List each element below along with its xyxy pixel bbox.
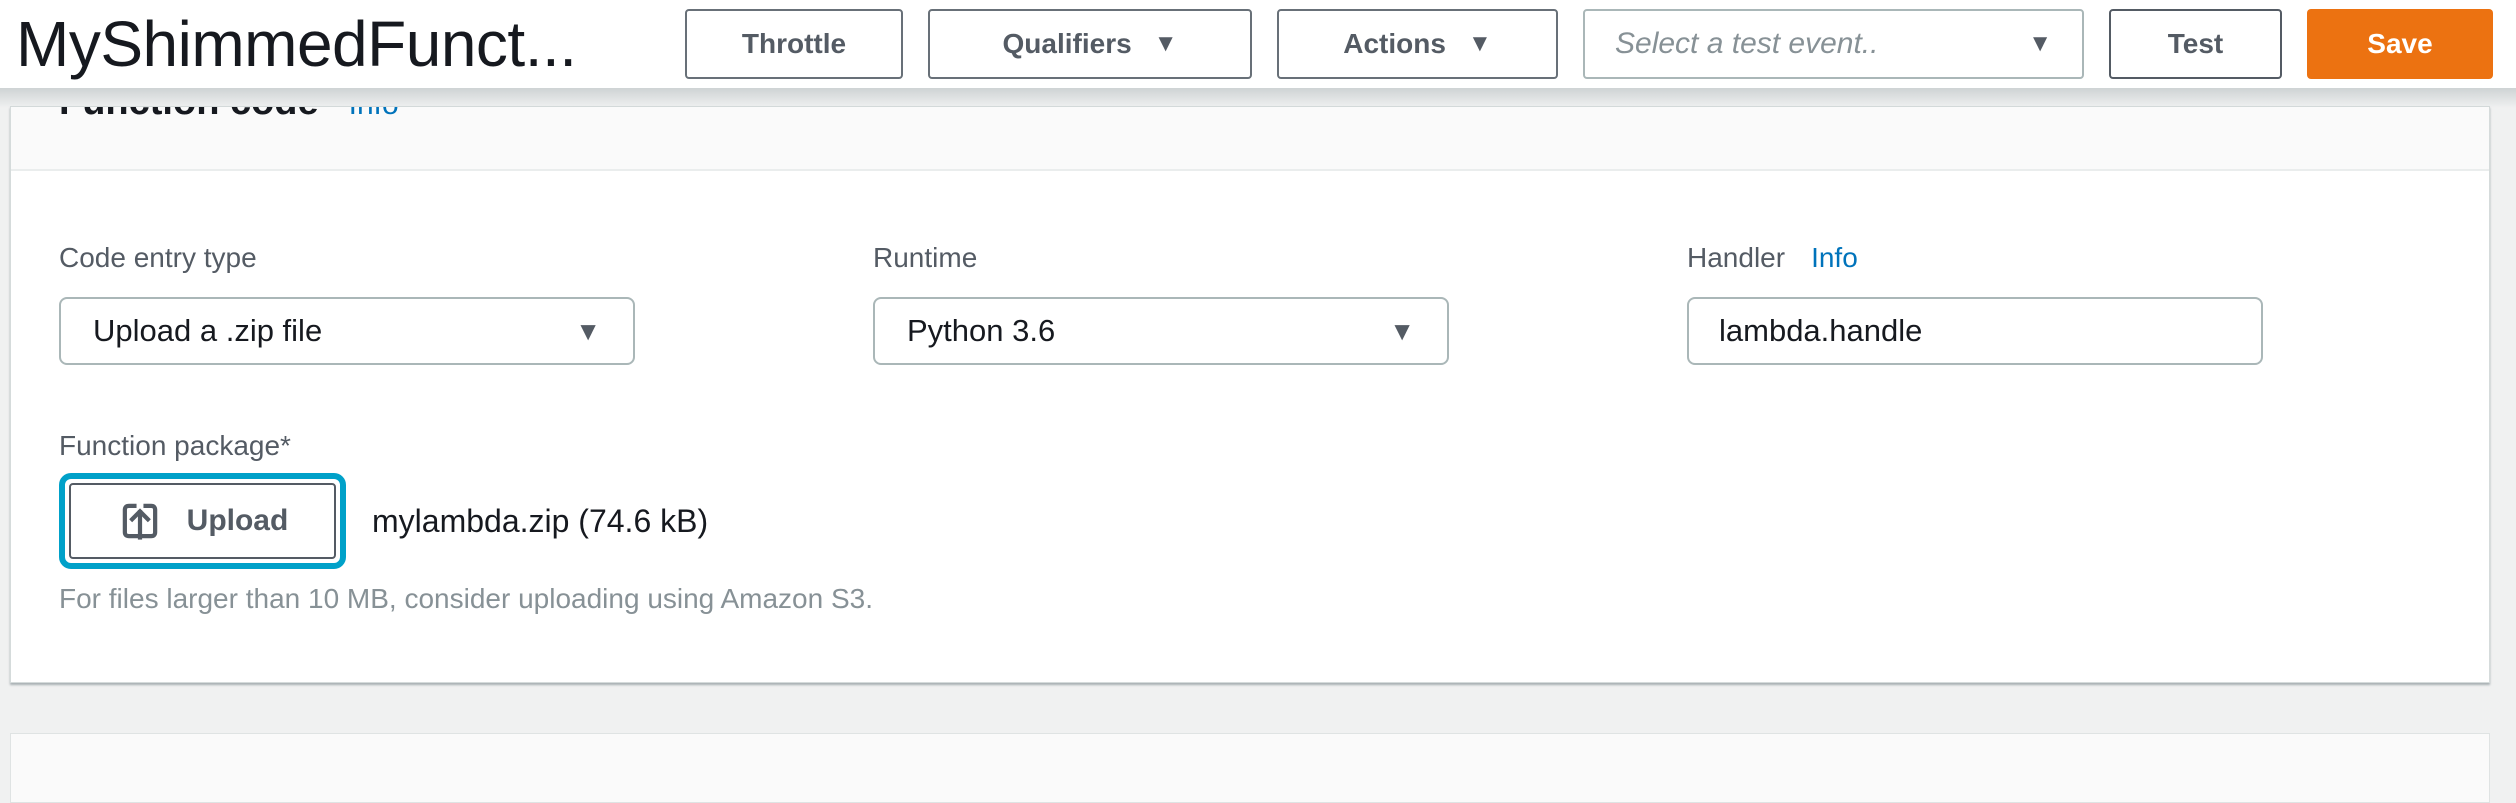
save-button-label: Save: [2367, 28, 2432, 60]
runtime-select[interactable]: Python 3.6 ▼: [873, 297, 1449, 365]
action-buttons: Throttle Qualifiers ▼ Actions ▼ Select a…: [685, 9, 2493, 79]
next-panel-partial: [10, 733, 2490, 803]
handler-input[interactable]: [1687, 297, 2263, 365]
handler-label: Handler: [1687, 241, 1785, 275]
upload-button[interactable]: Upload: [69, 483, 336, 559]
panel-header: Function code Info: [11, 107, 2489, 171]
function-package-label: Function package*: [59, 429, 2441, 463]
upload-focus-ring: Upload: [59, 473, 346, 569]
test-event-select[interactable]: Select a test event.. ▼: [1583, 9, 2084, 79]
chevron-down-icon: ▼: [575, 318, 601, 344]
function-action-bar: MyShimmedFunct... Throttle Qualifiers ▼ …: [0, 0, 2516, 88]
upload-icon: [117, 498, 163, 544]
chevron-down-icon: ▼: [2028, 32, 2052, 56]
function-code-info-link[interactable]: Info: [349, 107, 399, 122]
test-event-placeholder: Select a test event..: [1615, 27, 1878, 61]
runtime-label: Runtime: [873, 241, 1449, 275]
test-button-label: Test: [2168, 28, 2224, 60]
chevron-down-icon: ▼: [1154, 32, 1178, 56]
upload-row: Upload mylambda.zip (74.6 kB): [59, 473, 2441, 569]
chevron-down-icon: ▼: [1468, 32, 1492, 56]
test-button[interactable]: Test: [2109, 9, 2282, 79]
actions-button-label: Actions: [1343, 28, 1446, 60]
function-name-title: MyShimmedFunct...: [16, 7, 577, 81]
qualifiers-button-label: Qualifiers: [1003, 28, 1132, 60]
save-button[interactable]: Save: [2307, 9, 2493, 79]
upload-size-hint: For files larger than 10 MB, consider up…: [59, 583, 2441, 615]
chevron-down-icon: ▼: [1389, 318, 1415, 344]
panel-title: Function code: [59, 107, 319, 126]
handler-field: Handler Info: [1687, 241, 2263, 365]
upload-button-label: Upload: [187, 504, 289, 538]
code-entry-type-field: Code entry type Upload a .zip file ▼: [59, 241, 635, 365]
uploaded-file-info: mylambda.zip (74.6 kB): [372, 503, 708, 540]
throttle-button-label: Throttle: [742, 28, 846, 60]
actions-dropdown-button[interactable]: Actions ▼: [1277, 9, 1558, 79]
function-code-panel: Function code Info Code entry type Uploa…: [10, 106, 2490, 683]
code-entry-type-value: Upload a .zip file: [93, 313, 322, 349]
panel-body: Code entry type Upload a .zip file ▼ Run…: [11, 171, 2489, 615]
runtime-field: Runtime Python 3.6 ▼: [873, 241, 1449, 365]
code-entry-type-select[interactable]: Upload a .zip file ▼: [59, 297, 635, 365]
runtime-value: Python 3.6: [907, 313, 1055, 349]
code-entry-type-label: Code entry type: [59, 241, 635, 275]
throttle-button[interactable]: Throttle: [685, 9, 903, 79]
handler-info-link[interactable]: Info: [1811, 242, 1858, 274]
qualifiers-dropdown-button[interactable]: Qualifiers ▼: [928, 9, 1252, 79]
